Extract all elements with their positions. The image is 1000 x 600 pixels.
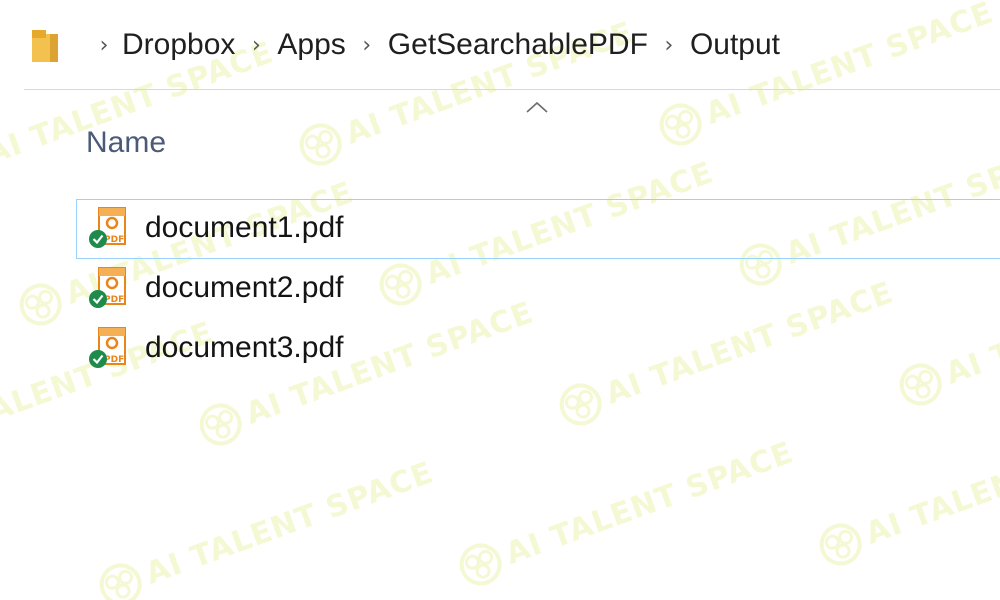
file-row-document3[interactable]: PDF document3.pdf (76, 319, 1000, 379)
file-list: PDF document1.pdf PDF document2.pdf PDF … (76, 199, 1000, 379)
breadcrumb-item-apps[interactable]: Apps (273, 28, 349, 62)
breadcrumb-item-getsearchablepdf[interactable]: GetSearchablePDF (384, 28, 652, 62)
address-bar[interactable]: › Dropbox › Apps › GetSearchablePDF › Ou… (24, 0, 1000, 90)
breadcrumb-item-dropbox[interactable]: Dropbox (118, 28, 239, 62)
pdf-file-synced-icon: PDF (89, 207, 126, 248)
chevron-right-icon[interactable]: › (350, 33, 384, 58)
folder-icon (32, 30, 58, 62)
watermark: AI TALENT SPACE (812, 410, 1000, 572)
watermark-text: AI TALENT SPACE (140, 454, 439, 592)
pdf-file-synced-icon: PDF (89, 327, 126, 368)
watermark-text: AI TALENT SPACE (500, 434, 799, 572)
column-header-name[interactable]: Name (86, 126, 166, 160)
file-name: document2.pdf (145, 271, 344, 304)
svg-text:PDF: PDF (104, 355, 124, 365)
breadcrumb-item-output[interactable]: Output (686, 28, 784, 62)
pdf-file-synced-icon: PDF (89, 267, 126, 308)
file-row-document1[interactable]: PDF document1.pdf (76, 199, 1000, 259)
chevron-right-icon[interactable]: › (652, 33, 686, 58)
watermark-text: AI TALENT SPACE (860, 415, 1000, 552)
file-name: document3.pdf (145, 331, 344, 364)
breadcrumb: › Dropbox › Apps › GetSearchablePDF › Ou… (90, 22, 784, 68)
chevron-right-icon[interactable]: › (90, 33, 118, 58)
chevron-right-icon[interactable]: › (239, 33, 273, 58)
watermark: AI TALENT SPACE (92, 450, 439, 600)
watermark: AI TALENT SPACE (452, 430, 799, 592)
svg-text:PDF: PDF (104, 235, 124, 245)
sort-ascending-icon (526, 101, 548, 113)
file-name: document1.pdf (145, 211, 344, 244)
svg-text:PDF: PDF (104, 295, 124, 305)
file-row-document2[interactable]: PDF document2.pdf (76, 259, 1000, 319)
